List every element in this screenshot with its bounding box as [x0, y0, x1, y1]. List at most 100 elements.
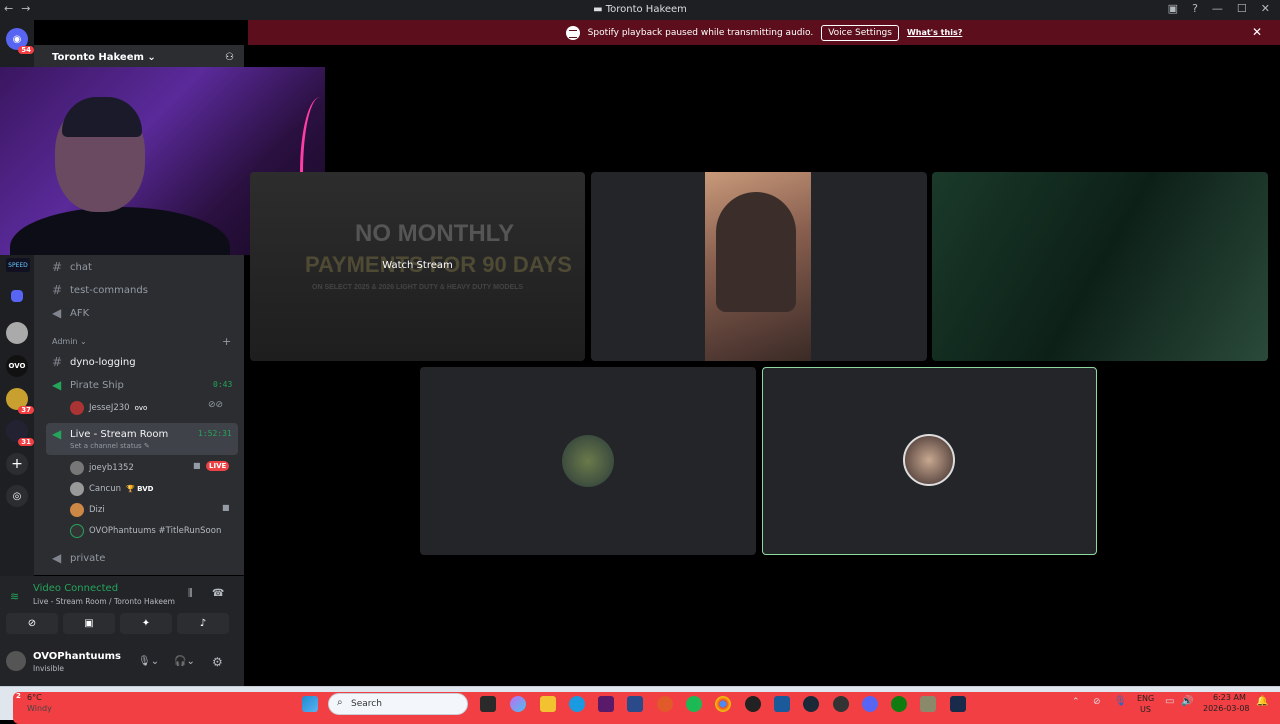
camera-off-button[interactable]: ⊘: [6, 613, 58, 634]
voice-user-ovophantuums[interactable]: OVOPhantuums #TitleRunSoon: [70, 524, 221, 538]
ovo-tag: ovo: [134, 404, 148, 412]
channel-live-stream-room[interactable]: ◀ Live - Stream Room: [52, 427, 168, 441]
voice-tile-user-4[interactable]: [420, 367, 756, 555]
add-channel-icon[interactable]: +: [222, 335, 231, 348]
text-channel-icon: #: [52, 355, 63, 369]
server-phantom[interactable]: 31: [6, 420, 34, 446]
camera-icon: ■: [193, 461, 201, 470]
whats-this-link[interactable]: What's this?: [907, 28, 962, 37]
speaker-icon: ◀: [52, 306, 62, 320]
close-banner-icon[interactable]: ✕: [1252, 25, 1262, 39]
voice-user-cancun[interactable]: Cancun 🏆 BVD: [70, 482, 153, 496]
weather-temp[interactable]: 6°C: [27, 693, 42, 702]
soundboard-button[interactable]: ♪: [177, 613, 229, 634]
voice-user-jessej230[interactable]: JesseJ230 ovo: [70, 401, 147, 415]
next-app-icon[interactable]: [598, 696, 614, 712]
network-off-icon[interactable]: ⊘: [1093, 697, 1101, 707]
brave-icon[interactable]: [657, 696, 673, 712]
voice-tile-user-5-speaking[interactable]: [762, 367, 1097, 555]
clock-time[interactable]: 6:23 AM: [1213, 693, 1246, 702]
xbox-icon[interactable]: [891, 696, 907, 712]
channel-private[interactable]: ◀ private: [52, 551, 105, 565]
server-cat[interactable]: [6, 322, 28, 344]
steam-icon[interactable]: [803, 696, 819, 712]
user-status: Invisible: [33, 664, 64, 673]
app-icon[interactable]: [950, 696, 966, 712]
channel-pirate-ship[interactable]: ◀ Pirate Ship: [52, 378, 124, 392]
voice-status[interactable]: Video Connected: [33, 583, 118, 594]
server-gold[interactable]: 37: [6, 388, 34, 414]
stream-tile[interactable]: NO MONTHLY PAYMENTS FOR 90 DAYS ON SELEC…: [250, 172, 585, 361]
volume-icon[interactable]: 🔊: [1181, 696, 1193, 707]
copilot-icon[interactable]: [510, 696, 526, 712]
channel-chat[interactable]: # chat: [52, 260, 92, 274]
region[interactable]: US: [1140, 705, 1151, 714]
windows-start-icon[interactable]: [302, 696, 318, 712]
spotify-taskbar-icon[interactable]: [686, 696, 702, 712]
channel-dyno-logging[interactable]: # dyno-logging: [52, 355, 136, 369]
mic-tray-icon[interactable]: 🎙: [1114, 696, 1127, 707]
maximize-icon[interactable]: ☐: [1237, 2, 1247, 15]
minimize-icon[interactable]: —: [1212, 2, 1223, 15]
app-icon[interactable]: [627, 696, 643, 712]
file-explorer-icon[interactable]: [540, 696, 556, 712]
activities-button[interactable]: ✦: [120, 613, 172, 634]
help-icon[interactable]: ?: [1192, 2, 1198, 15]
channel-afk[interactable]: ◀ AFK: [52, 306, 89, 320]
app-icon[interactable]: [920, 696, 936, 712]
close-window-icon[interactable]: ✕: [1261, 2, 1270, 15]
language[interactable]: ENG: [1137, 694, 1154, 703]
voice-user-joeyb1352[interactable]: joeyb1352: [70, 461, 134, 475]
disconnect-icon[interactable]: ☎: [212, 588, 224, 599]
invite-icon[interactable]: ⚇: [225, 52, 234, 63]
ad-fineprint: ON SELECT 2025 & 2026 LIGHT DUTY & HEAVY…: [312, 284, 524, 291]
discover-icon[interactable]: ◎: [6, 485, 28, 507]
weather-desc[interactable]: Windy: [27, 704, 52, 713]
speaker-icon: ◀: [52, 551, 62, 565]
voice-settings-button[interactable]: Voice Settings: [821, 24, 899, 41]
4k-app-icon[interactable]: [745, 696, 761, 712]
category-admin[interactable]: Admin ⌄: [52, 337, 87, 346]
video-tile-user-2[interactable]: [591, 172, 927, 361]
channel-test-commands[interactable]: # test-commands: [52, 283, 148, 297]
task-view-icon[interactable]: [480, 696, 496, 712]
search-icon: ⌕: [337, 697, 343, 708]
discord-icon[interactable]: [862, 696, 878, 712]
signal-icon[interactable]: ≋: [10, 590, 19, 603]
chrome-icon[interactable]: [715, 696, 731, 712]
user-name[interactable]: OVOPhantuums: [33, 651, 121, 662]
noise-suppression-icon[interactable]: ⫼: [188, 588, 193, 599]
category-admin-label: Admin: [52, 337, 78, 346]
headphones-icon[interactable]: 🎧⌄: [174, 656, 195, 667]
monitor-icon[interactable]: ▭: [1165, 696, 1174, 707]
video-tile-user-3[interactable]: [932, 172, 1268, 361]
server-ovo[interactable]: OVO: [6, 355, 28, 377]
voice-location[interactable]: Live - Stream Room / Toronto Hakeem: [33, 597, 175, 606]
inbox-icon[interactable]: ▣: [1168, 2, 1178, 15]
voice-user-name: Cancun: [89, 484, 121, 494]
clock-date[interactable]: 2026-03-08: [1203, 704, 1250, 713]
voice-user-dizi[interactable]: Dizi: [70, 503, 105, 517]
gear-icon[interactable]: ⚙: [212, 655, 223, 669]
avatar: [70, 503, 84, 517]
game-app-icon[interactable]: [833, 696, 849, 712]
photos-icon[interactable]: [774, 696, 790, 712]
camera-icon: ■: [222, 503, 230, 512]
avatar: [70, 461, 84, 475]
notification-icon[interactable]: 🔔: [1256, 696, 1268, 707]
taskbar-search[interactable]: ⌕ Search: [328, 693, 468, 715]
screen-share-icon: ▣: [84, 618, 94, 629]
edge-icon[interactable]: [569, 696, 585, 712]
server-speed[interactable]: SPEED: [6, 258, 30, 272]
folder-icon[interactable]: [11, 290, 23, 302]
share-screen-button[interactable]: ▣: [63, 613, 115, 634]
home-icon[interactable]: ◉ 54: [6, 28, 34, 54]
add-server-icon[interactable]: +: [6, 453, 28, 475]
avatar[interactable]: [6, 651, 26, 671]
channel-status-prompt[interactable]: Set a channel status ✎: [70, 442, 150, 450]
microphone-icon[interactable]: 🎙⌄: [138, 656, 159, 667]
activities-icon: ✦: [141, 618, 151, 629]
spotify-icon: [565, 25, 580, 40]
watch-stream-label[interactable]: Watch Stream: [250, 260, 585, 271]
chevron-up-icon[interactable]: ⌃: [1072, 697, 1080, 707]
